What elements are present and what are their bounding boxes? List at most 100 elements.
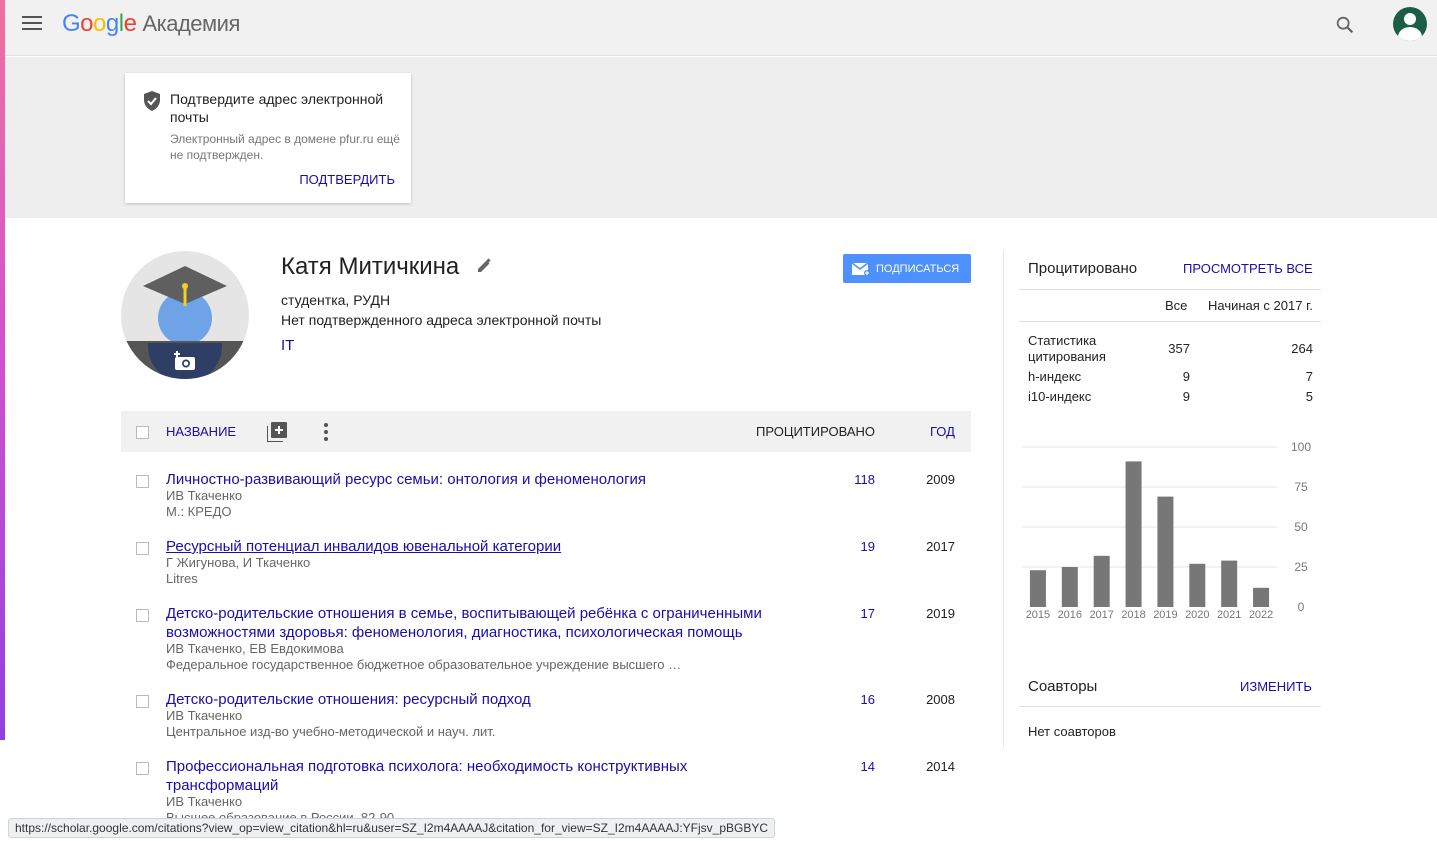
chart-bar[interactable]: [1253, 587, 1270, 607]
verify-button[interactable]: ПОДТВЕРДИТЬ: [299, 172, 395, 187]
divider: [1019, 289, 1321, 290]
article-authors: ИВ Ткаченко: [166, 794, 243, 809]
account-avatar[interactable]: [1393, 7, 1427, 41]
stat-h-all: 9: [1182, 369, 1190, 384]
article-title[interactable]: Профессиональная подготовка психолога: н…: [166, 757, 756, 795]
chart-x-tick-label: 2019: [1153, 609, 1177, 621]
chart-bar[interactable]: [1093, 555, 1110, 607]
sort-by-year[interactable]: ГОД: [930, 424, 955, 439]
chart-y-tick-label: 50: [1294, 520, 1308, 534]
profile-affiliation: студентка, РУДН: [281, 292, 391, 308]
article-venue: М.: КРЕДО: [166, 504, 232, 519]
chart-x-tick-label: 2022: [1249, 609, 1273, 621]
article-venue: Центральное изд-во учебно-методической и…: [166, 724, 496, 739]
article-cited-count[interactable]: 14: [821, 759, 875, 774]
article-checkbox[interactable]: [136, 609, 149, 622]
article-venue: Федеральное государственное бюджетное об…: [166, 657, 682, 672]
article-title[interactable]: Детско-родительские отношения: ресурсный…: [166, 690, 811, 709]
article-year: 2009: [926, 472, 955, 487]
article-year: 2014: [926, 759, 955, 774]
menu-icon[interactable]: [22, 16, 42, 32]
top-app-bar: Google Академия: [5, 0, 1437, 56]
chart-y-tick-label: 0: [1298, 600, 1305, 614]
chart-bar[interactable]: [1061, 567, 1078, 607]
verify-email-card: Подтвердите адрес электронной почты Элек…: [125, 73, 411, 203]
article-title[interactable]: Детско-родительские отношения в семье, в…: [166, 604, 811, 642]
more-vert-icon[interactable]: [322, 423, 330, 441]
article-cited-count[interactable]: 16: [821, 692, 875, 707]
article-authors: Г Жигунова, И Ткаченко: [166, 555, 311, 570]
chart-bar[interactable]: [1029, 570, 1046, 607]
divider: [1019, 321, 1321, 322]
article-checkbox[interactable]: [136, 542, 149, 555]
chart-bar[interactable]: [1221, 560, 1238, 607]
profile-email-note: Нет подтвержденного адреса электронной п…: [281, 312, 602, 328]
chart-bar[interactable]: [1157, 496, 1174, 607]
shield-check-icon: [144, 91, 160, 111]
profile-photo[interactable]: [121, 251, 249, 379]
view-all-button[interactable]: ПРОСМОТРЕТЬ ВСЕ: [1183, 261, 1313, 276]
verify-text: Электронный адрес в домене pfur.ru ещё н…: [170, 132, 400, 162]
graduation-cap-icon: [143, 266, 227, 306]
chart-y-tick-label: 75: [1294, 480, 1308, 494]
chart-x-tick-label: 2021: [1217, 609, 1241, 621]
chart-y-tick-label: 100: [1291, 440, 1311, 454]
select-all-checkbox[interactable]: [136, 426, 149, 439]
no-coauthors-text: Нет соавторов: [1028, 724, 1116, 739]
sort-by-title[interactable]: НАЗВАНИЕ: [166, 424, 236, 439]
stat-i10-all: 9: [1182, 389, 1190, 404]
chart-x-tick-label: 2020: [1185, 609, 1209, 621]
stat-citations-since: 264: [1291, 341, 1313, 356]
search-icon[interactable]: [1334, 14, 1356, 36]
article-authors: ИВ Ткаченко: [166, 488, 243, 503]
article-row: Профессиональная подготовка психолога: н…: [121, 757, 971, 821]
article-year: 2019: [926, 606, 955, 621]
edit-pencil-icon[interactable]: [476, 258, 492, 274]
article-authors: ИВ Ткаченко: [166, 708, 243, 723]
stat-label-i10-index[interactable]: i10-индекс: [1028, 389, 1138, 405]
add-article-icon[interactable]: [267, 422, 287, 442]
subscribe-label: ПОДПИСАТЬСЯ: [876, 262, 960, 275]
divider: [1019, 706, 1321, 707]
article-year: 2017: [926, 539, 955, 554]
column-since: Начиная с 2017 г.: [1208, 298, 1313, 313]
citations-bar-chart: 0 25 50 75 100 2015 2016 2017 2018 2019 2020 2021 20…: [1022, 440, 1311, 621]
column-all: Все: [1165, 298, 1188, 313]
subscribe-button[interactable]: ПОДПИСАТЬСЯ: [843, 254, 971, 283]
article-cited-count[interactable]: 118: [821, 472, 875, 487]
chart-bar[interactable]: [1189, 563, 1206, 607]
stat-label-citations[interactable]: Статистика цитирования: [1028, 333, 1138, 365]
logo-sub: Академия: [142, 11, 240, 36]
sidebar-divider: [1003, 250, 1004, 747]
profile-name: Катя Митичкина: [281, 253, 460, 280]
mail-plus-icon: [852, 261, 870, 276]
scholar-logo[interactable]: Google Академия: [62, 10, 240, 38]
verify-title: Подтвердите адрес электронной почты: [170, 91, 384, 125]
chart-x-tick-label: 2018: [1121, 609, 1145, 621]
edit-coauthors-button[interactable]: ИЗМЕНИТЬ: [1240, 679, 1312, 694]
add-photo-icon[interactable]: [173, 351, 197, 371]
stat-label-h-index[interactable]: h-индекс: [1028, 369, 1138, 385]
article-cited-count[interactable]: 19: [821, 539, 875, 554]
cited-by-heading: Процитировано: [1028, 260, 1138, 277]
status-bar-url: https://scholar.google.com/citations?vie…: [8, 818, 776, 838]
article-venue: Litres: [166, 571, 198, 586]
article-cited-count[interactable]: 17: [821, 606, 875, 621]
article-checkbox[interactable]: [136, 475, 149, 488]
chart-x-tick-label: 2017: [1089, 609, 1113, 621]
chart-x-tick-label: 2015: [1026, 609, 1050, 621]
chart-bar[interactable]: [1125, 461, 1142, 607]
logo-google: Google: [62, 10, 137, 37]
article-year: 2008: [926, 692, 955, 707]
article-title[interactable]: Ресурсный потенциал инвалидов ювенальной…: [166, 537, 811, 556]
chart-y-tick-label: 25: [1294, 560, 1308, 574]
article-checkbox[interactable]: [136, 695, 149, 708]
stat-citations-all: 357: [1168, 341, 1190, 356]
article-authors: ИВ Ткаченко, ЕВ Евдокимова: [166, 641, 344, 656]
profile-interest-link[interactable]: IT: [281, 337, 294, 354]
article-title[interactable]: Личностно-развивающий ресурс семьи: онто…: [166, 470, 811, 489]
article-checkbox[interactable]: [136, 762, 149, 775]
chart-x-tick-label: 2016: [1058, 609, 1082, 621]
stat-i10-since: 5: [1305, 389, 1313, 404]
articles-table-header: НАЗВАНИЕ ПРОЦИТИРОВАНО ГОД: [121, 411, 971, 452]
